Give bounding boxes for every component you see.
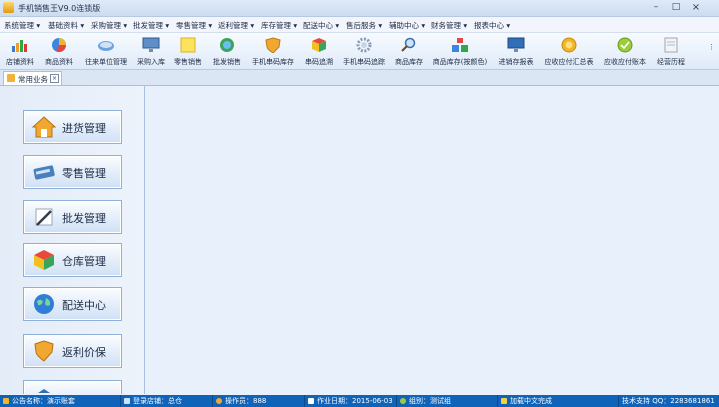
menu-purchase[interactable]: 采购管理 ▾ bbox=[91, 20, 127, 31]
toolbar-product-stock-button[interactable]: 商品库存 bbox=[390, 35, 428, 67]
shield-icon bbox=[34, 340, 54, 362]
group-icon bbox=[400, 398, 406, 404]
title-bar: 手机销售王V9.0连锁版 – □ × bbox=[0, 0, 719, 17]
loading-icon bbox=[501, 398, 507, 404]
toolbar-ar-ap-ledger-button[interactable]: 应收应付账本 bbox=[600, 35, 650, 67]
module-wholesale-button[interactable]: 批发管理 bbox=[23, 200, 122, 234]
bar-chart-icon bbox=[12, 40, 27, 52]
tab-common-business[interactable]: 常用业务 × bbox=[3, 71, 62, 85]
menu-system[interactable]: 系统管理 ▾ bbox=[4, 20, 40, 31]
minimize-icon[interactable]: – bbox=[648, 1, 664, 14]
cube-icon bbox=[34, 250, 54, 270]
module-next-button[interactable] bbox=[23, 380, 122, 394]
toolbar-imei-track-button[interactable]: 手机串码追踪 bbox=[340, 35, 388, 67]
menu-retail[interactable]: 零售管理 ▾ bbox=[176, 20, 212, 31]
toolbar-imei-stock-button[interactable]: 手机串码库存 bbox=[248, 35, 298, 67]
toolbar-shop-info-button[interactable]: 店铺资料 bbox=[2, 35, 38, 67]
toolbar-partners-button[interactable]: 往来单位管理 bbox=[80, 35, 132, 67]
announcement-icon bbox=[3, 398, 9, 404]
partial-icon bbox=[38, 389, 50, 393]
menu-auxiliary[interactable]: 辅助中心 ▾ bbox=[389, 20, 425, 31]
operator-icon bbox=[216, 398, 222, 404]
menu-basic-data[interactable]: 基础资料 ▾ bbox=[48, 20, 84, 31]
menu-reports[interactable]: 报表中心 ▾ bbox=[474, 20, 510, 31]
menu-inventory[interactable]: 库存管理 ▾ bbox=[261, 20, 297, 31]
pen-icon bbox=[35, 208, 53, 226]
app-logo-icon bbox=[3, 2, 14, 13]
shield-icon bbox=[265, 37, 281, 53]
toolbar-ar-ap-summary-button[interactable]: 应收应付汇总表 bbox=[540, 35, 598, 67]
magnifier-icon bbox=[401, 37, 416, 52]
toolbar-business-history-button[interactable]: 经营历程 bbox=[652, 35, 690, 67]
status-bar: 公告名称：演示账套 登录店铺：总仓 操作员：888 作业日期：2015-06-0… bbox=[0, 395, 719, 407]
tab-close-icon[interactable]: × bbox=[50, 74, 59, 83]
toolbar-retail-sale-button[interactable]: 零售销售 bbox=[171, 35, 205, 67]
toolbar-product-info-button[interactable]: 商品资料 bbox=[40, 35, 78, 67]
coin-icon bbox=[561, 37, 577, 53]
status-support: 技术支持 QQ：2283681861 bbox=[622, 397, 715, 405]
calendar-icon bbox=[308, 398, 314, 404]
status-login-store: 登录店铺：总仓 bbox=[121, 395, 213, 407]
status-operator: 操作员：888 bbox=[213, 395, 305, 407]
toolbar: 店铺资料 商品资料 往来单位管理 采购入库 零售销售 批发销售 手机串码库存 串… bbox=[0, 33, 719, 70]
cube-icon bbox=[312, 38, 326, 52]
status-group: 组别：测试组 bbox=[397, 395, 498, 407]
menu-wholesale[interactable]: 批发管理 ▾ bbox=[133, 20, 169, 31]
module-distribution-button[interactable]: 配送中心 bbox=[23, 287, 122, 321]
monitor-report-icon bbox=[507, 37, 525, 52]
pie-chart-icon bbox=[52, 38, 67, 53]
check-icon bbox=[617, 37, 633, 53]
disk-icon bbox=[98, 41, 114, 51]
menu-after-sales[interactable]: 售后服务 ▾ bbox=[346, 20, 382, 31]
refresh-icon bbox=[220, 38, 234, 52]
card-icon bbox=[33, 165, 55, 180]
toolbar-inventory-report-button[interactable]: 进销存报表 bbox=[494, 35, 538, 67]
house-icon bbox=[32, 116, 56, 138]
status-announcement: 公告名称：演示账套 bbox=[0, 395, 121, 407]
toolbar-wholesale-sale-button[interactable]: 批发销售 bbox=[208, 35, 246, 67]
close-icon[interactable]: × bbox=[688, 1, 704, 14]
tab-icon bbox=[7, 74, 15, 82]
tab-strip: 常用业务 × bbox=[0, 70, 719, 86]
blocks-icon bbox=[452, 38, 468, 52]
toolbar-overflow-icon[interactable]: ⋮ bbox=[708, 43, 715, 51]
store-icon bbox=[124, 398, 130, 404]
toolbar-purchase-in-button[interactable]: 采购入库 bbox=[134, 35, 168, 67]
menu-rebate[interactable]: 返利管理 ▾ bbox=[218, 20, 254, 31]
toolbar-stock-by-color-button[interactable]: 商品库存(按颜色) bbox=[430, 35, 490, 67]
menu-finance[interactable]: 财务管理 ▾ bbox=[431, 20, 467, 31]
main-content-area bbox=[146, 86, 719, 394]
window-title: 手机销售王V9.0连锁版 bbox=[18, 4, 101, 13]
toolbar-imei-trace-button[interactable]: 串码追溯 bbox=[300, 35, 338, 67]
monitor-icon bbox=[142, 37, 160, 52]
module-rebate-button[interactable]: 返利价保 bbox=[23, 334, 122, 368]
module-panel: 进货管理 零售管理 批发管理 仓库管理 配送中心 返利价保 bbox=[0, 86, 145, 394]
module-warehouse-button[interactable]: 仓库管理 bbox=[23, 243, 122, 277]
menu-bar: 系统管理 ▾ 基础资料 ▾ 采购管理 ▾ 批发管理 ▾ 零售管理 ▾ 返利管理 … bbox=[0, 17, 719, 33]
document-icon bbox=[664, 37, 678, 53]
menu-distribution[interactable]: 配送中心 ▾ bbox=[303, 20, 339, 31]
module-purchase-button[interactable]: 进货管理 bbox=[23, 110, 122, 144]
module-retail-button[interactable]: 零售管理 bbox=[23, 155, 122, 189]
note-icon bbox=[180, 37, 196, 53]
status-work-date: 作业日期：2015-06-03 bbox=[305, 395, 397, 407]
gear-icon bbox=[356, 37, 372, 53]
globe-icon bbox=[34, 294, 54, 314]
status-loading: 加载中文完成 bbox=[498, 395, 619, 407]
maximize-icon[interactable]: □ bbox=[668, 1, 684, 14]
